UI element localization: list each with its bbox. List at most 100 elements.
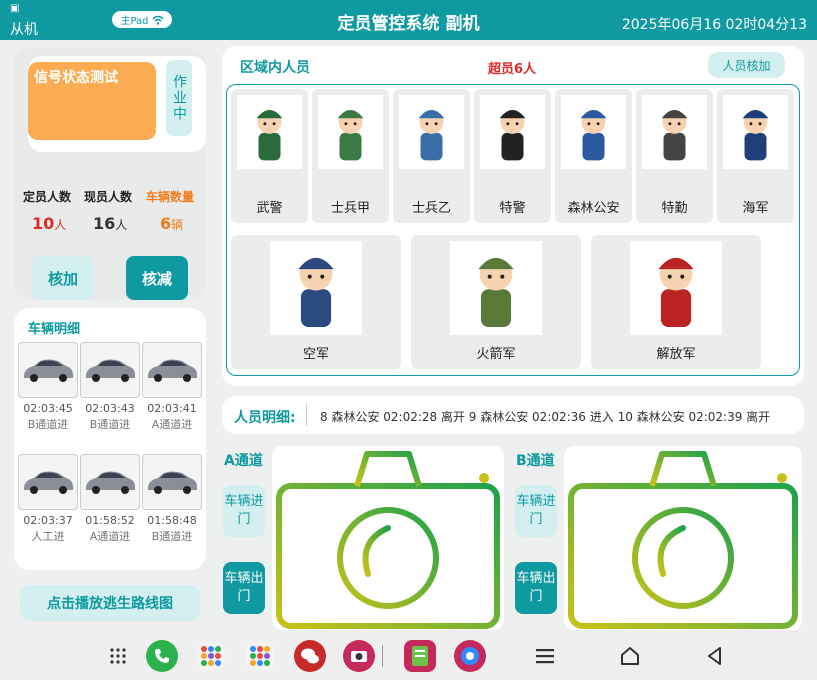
signal-status-box[interactable]: 信号状态测试: [28, 62, 156, 140]
subtract-check-button[interactable]: 核减: [126, 256, 188, 300]
work-state-badge: 作业中: [166, 60, 192, 136]
armed-police-avatar: [237, 95, 302, 169]
wechat-icon[interactable]: [294, 640, 326, 672]
person-card[interactable]: 武警: [231, 89, 308, 223]
area-personnel-card: 区域内人员 超员6人 人员核加 武警 士兵甲 士兵乙 特警 森林公安 特勤 海军空军 火箭军 解…: [222, 46, 804, 386]
person-card[interactable]: 特勤: [636, 89, 713, 223]
person-card[interactable]: 士兵甲: [312, 89, 389, 223]
pla-avatar: [630, 241, 722, 335]
channel-b-title: B通道: [516, 453, 555, 469]
soldier-b-avatar: [399, 95, 464, 169]
vehicle-record-time: 02:03:41: [147, 402, 197, 415]
channel-b-exit-button[interactable]: 车辆出门: [515, 562, 557, 614]
vehicle-record-time: 01:58:52: [85, 514, 135, 527]
person-label: 解放军: [656, 347, 696, 362]
car-thumbnail: [18, 342, 78, 398]
channel-a-title: A通道: [224, 453, 263, 469]
camera-icon: [276, 451, 500, 629]
personnel-verify-button[interactable]: 人员核加: [708, 52, 785, 78]
datetime-display: 2025年06月16 02时04分13: [621, 17, 807, 33]
current-count-value: 16人: [93, 214, 128, 233]
system-navigation-bar: [0, 632, 817, 680]
over-capacity-label: 超员6人: [488, 62, 537, 77]
vehicle-record[interactable]: 01:58:52 A通道进: [80, 454, 140, 544]
vehicle-detail-title: 车辆明细: [28, 322, 81, 337]
person-card[interactable]: 解放军: [591, 235, 761, 369]
phone-icon[interactable]: [146, 640, 178, 672]
back-icon[interactable]: [699, 640, 731, 672]
app-folder-icon[interactable]: [195, 640, 227, 672]
vehicle-record-time: 02:03:45: [23, 402, 73, 415]
vehicle-record[interactable]: 02:03:41 A通道进: [142, 342, 202, 432]
play-escape-route-button[interactable]: 点击播放逃生路线图: [20, 585, 200, 621]
channel-b-camera-view[interactable]: [564, 446, 802, 630]
vehicle-record[interactable]: 02:03:37 人工进: [18, 454, 78, 544]
person-label: 森林公安: [567, 201, 620, 216]
title-bar: ▣ 从机 主Pad 定员管控系统 副机 2025年06月16 02时04分13: [0, 0, 817, 40]
person-label: 空军: [302, 347, 329, 362]
quota-label: 定员人数: [23, 190, 72, 204]
rocket-force-avatar: [450, 241, 542, 335]
vehicle-record-lane: 人工进: [31, 530, 65, 543]
vehicle-record[interactable]: 02:03:43 B通道进: [80, 342, 140, 432]
vehicle-record-lane: A通道进: [89, 530, 131, 543]
settings-icon[interactable]: [454, 640, 486, 672]
camera-icon: [568, 451, 798, 629]
person-label: 特勤: [661, 201, 688, 216]
channel-b-enter-button[interactable]: 车辆进门: [515, 485, 557, 537]
personnel-log-label: 人员明细:: [234, 410, 296, 426]
vehicle-count-label: 车辆数量: [146, 190, 195, 204]
app-folder-icon[interactable]: [244, 640, 276, 672]
quota-value: 10人: [32, 214, 67, 233]
car-thumbnail: [18, 454, 78, 510]
vehicle-record-time: 02:03:37: [23, 514, 73, 527]
menu-icon[interactable]: [530, 640, 562, 672]
add-check-button[interactable]: 核加: [32, 256, 94, 300]
personnel-grid: 武警 士兵甲 士兵乙 特警 森林公安 特勤 海军空军 火箭军 解放军: [226, 84, 800, 376]
swat-avatar: [480, 95, 545, 169]
person-label: 武警: [256, 201, 283, 216]
airforce-avatar: [270, 241, 362, 335]
vehicle-record[interactable]: 01:58:48 B通道进: [142, 454, 202, 544]
channel-a-exit-button[interactable]: 车辆出门: [223, 562, 265, 614]
navy-avatar: [723, 95, 788, 169]
vehicle-record-time: 01:58:48: [147, 514, 197, 527]
vehicle-count-value: 6辆: [160, 214, 184, 233]
person-card[interactable]: 士兵乙: [393, 89, 470, 223]
vehicle-record-time: 02:03:43: [85, 402, 135, 415]
person-label: 特警: [499, 201, 526, 216]
person-card[interactable]: 火箭军: [411, 235, 581, 369]
person-card[interactable]: 特警: [474, 89, 551, 223]
person-label: 士兵甲: [330, 201, 370, 216]
divider: [381, 640, 383, 672]
person-card[interactable]: 空军: [231, 235, 401, 369]
car-thumbnail: [142, 454, 202, 510]
notes-app-icon[interactable]: [404, 640, 436, 672]
special-duty-avatar: [642, 95, 707, 169]
car-thumbnail: [80, 342, 140, 398]
car-thumbnail: [80, 454, 140, 510]
channel-a-enter-button[interactable]: 车辆进门: [223, 485, 265, 537]
person-label: 火箭军: [476, 347, 516, 362]
home-icon[interactable]: [614, 640, 646, 672]
personnel-log-bar: 人员明细: 8 森林公安 02:02:28 离开 9 森林公安 02:02:36…: [222, 396, 804, 434]
person-label: 士兵乙: [411, 201, 451, 216]
area-personnel-title: 区域内人员: [240, 60, 310, 76]
vehicle-record[interactable]: 02:03:45 B通道进: [18, 342, 78, 432]
vehicle-record-lane: B通道进: [151, 530, 193, 543]
divider: [306, 404, 307, 426]
channel-a-camera-view[interactable]: [272, 446, 504, 630]
personnel-log-text: 8 森林公安 02:02:28 离开 9 森林公安 02:02:36 进入 10…: [320, 410, 771, 424]
vehicle-detail-card: 车辆明细 02:03:45 B通道进 02:03:43 B通道进 02:03:41 A通道…: [14, 308, 206, 570]
person-card[interactable]: 森林公安: [555, 89, 632, 223]
apps-grid-icon[interactable]: [102, 640, 134, 672]
soldier-a-avatar: [318, 95, 383, 169]
vehicle-record-lane: B通道进: [89, 418, 131, 431]
car-thumbnail: [142, 342, 202, 398]
person-card[interactable]: 海军: [717, 89, 794, 223]
forest-police-avatar: [561, 95, 626, 169]
current-count-label: 现员人数: [84, 190, 133, 204]
camera-app-icon[interactable]: [343, 640, 375, 672]
vehicle-record-lane: B通道进: [27, 418, 69, 431]
person-label: 海军: [742, 201, 769, 216]
